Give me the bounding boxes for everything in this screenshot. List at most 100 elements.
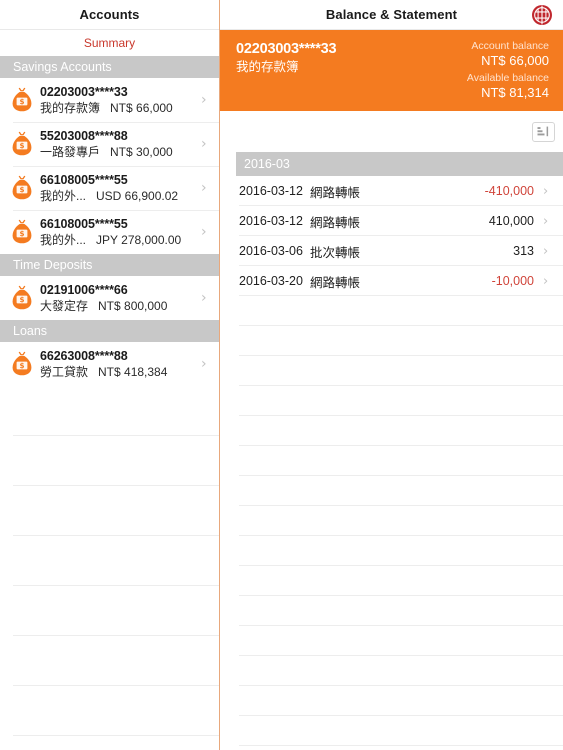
account-balance-value: NT$ 66,000 [481, 53, 549, 68]
transaction-description: 網路轉帳 [309, 215, 360, 230]
balance-account-info: 02203003****33 我的存款簿 [236, 39, 337, 76]
transaction-row[interactable]: 2016-03-06 批次轉帳 313 › [220, 236, 563, 266]
chevron-right-icon: › [201, 224, 207, 240]
available-balance-label: Available balance [466, 72, 549, 84]
transaction-date: 2016-03-12 [239, 184, 303, 198]
account-number: 02203003****33 [40, 84, 128, 99]
empty-row [220, 716, 563, 746]
transaction-description: 批次轉帳 [309, 245, 360, 260]
balance-header: 02203003****33 我的存款簿 Account balance NT$… [220, 30, 563, 111]
chevron-right-icon: › [201, 290, 207, 306]
empty-row [0, 386, 219, 436]
chevron-right-icon: › [201, 180, 207, 196]
transaction-amount: -10,000 [491, 274, 534, 288]
account-subline: 一路發專戶 NT$ 30,000 [40, 144, 197, 160]
money-bag-icon: $ [11, 219, 33, 245]
svg-text:$: $ [19, 97, 24, 106]
transaction-date: 2016-03-20 [239, 274, 303, 288]
account-row[interactable]: $66108005****55 我的外... USD 66,900.02 › [0, 166, 219, 210]
account-subline: 我的外... JPY 278,000.00 [40, 232, 197, 248]
statement-panel: Balance & Statement 02203003****33 我的存款簿 [220, 0, 563, 750]
account-number: 66263008****88 [40, 348, 128, 363]
account-amount: NT$ 800,000 [98, 298, 168, 313]
account-text-block: 02203003****33 我的存款簿 NT$ 66,000 [40, 85, 197, 116]
account-number: 02191006****66 [40, 282, 128, 297]
empty-row [220, 296, 563, 326]
empty-row [220, 356, 563, 386]
transaction-description: 網路轉帳 [309, 185, 360, 200]
account-balance-label: Account balance [471, 40, 549, 52]
empty-row [0, 736, 219, 750]
section-header-0: Savings Accounts [0, 56, 219, 78]
account-number: 66108005****55 [40, 172, 128, 187]
account-text-block: 02191006****66 大發定存 NT$ 800,000 [40, 283, 197, 314]
app-root: Accounts Summary Savings Accounts $022030… [0, 0, 563, 750]
empty-row [220, 536, 563, 566]
transaction-row[interactable]: 2016-03-20 網路轉帳 -10,000 › [220, 266, 563, 296]
transaction-date: 2016-03-12 [239, 214, 303, 228]
account-row[interactable]: $02191006****66 大發定存 NT$ 800,000 › [0, 276, 219, 320]
transaction-amount: -410,000 [484, 184, 534, 198]
accounts-empty-rows [0, 386, 219, 750]
account-nickname: 一路發專戶 [40, 144, 101, 159]
transaction-amount: 410,000 [488, 214, 534, 228]
chevron-right-icon: › [543, 183, 549, 199]
empty-row [220, 686, 563, 716]
empty-row [220, 656, 563, 686]
account-text-block: 66108005****55 我的外... JPY 278,000.00 [40, 217, 197, 248]
section-header-1: Time Deposits [0, 254, 219, 276]
account-row[interactable]: $66263008****88 勞工貸款 NT$ 418,384 › [0, 342, 219, 386]
section-header-2: Loans [0, 320, 219, 342]
statement-empty-rows [220, 296, 563, 750]
account-amount: NT$ 418,384 [98, 364, 168, 379]
accounts-navbar: Accounts [0, 0, 219, 30]
balance-account-name: 我的存款簿 [236, 60, 299, 74]
transaction-amount: 313 [513, 244, 534, 258]
account-number: 66108005****55 [40, 216, 128, 231]
chevron-right-icon: › [201, 136, 207, 152]
accounts-list: Savings Accounts $02203003****33 我的存款簿 NT$ … [0, 56, 219, 386]
svg-text:$: $ [19, 229, 24, 238]
bar-chart-button[interactable] [532, 121, 555, 142]
account-amount: NT$ 30,000 [110, 144, 173, 159]
account-subline: 勞工貸款 NT$ 418,384 [40, 364, 197, 380]
account-row[interactable]: $02203003****33 我的存款簿 NT$ 66,000 › [0, 78, 219, 122]
empty-row [220, 566, 563, 596]
empty-row [0, 436, 219, 486]
empty-row [0, 636, 219, 686]
account-row[interactable]: $66108005****55 我的外... JPY 278,000.00 › [0, 210, 219, 254]
chevron-right-icon: › [543, 273, 549, 289]
account-row[interactable]: $55203008****88 一路發專戶 NT$ 30,000 › [0, 122, 219, 166]
month-group-label: 2016-03 [244, 157, 290, 171]
account-nickname: 我的外... [40, 232, 87, 247]
accounts-panel: Accounts Summary Savings Accounts $022030… [0, 0, 220, 750]
balance-account-number: 02203003****33 [236, 41, 337, 57]
account-amount: USD 66,900.02 [96, 188, 179, 203]
account-nickname: 我的外... [40, 188, 87, 203]
account-number: 55203008****88 [40, 128, 128, 143]
empty-row [220, 446, 563, 476]
chevron-right-icon: › [201, 92, 207, 108]
empty-row [0, 536, 219, 586]
chevron-right-icon: › [543, 213, 549, 229]
empty-row [0, 486, 219, 536]
svg-text:$: $ [19, 141, 24, 150]
money-bag-icon: $ [11, 351, 33, 377]
empty-row [220, 326, 563, 356]
account-nickname: 大發定存 [40, 298, 89, 313]
transaction-row[interactable]: 2016-03-12 網路轉帳 -410,000 › [220, 176, 563, 206]
empty-row [220, 416, 563, 446]
transaction-row[interactable]: 2016-03-12 網路轉帳 410,000 › [220, 206, 563, 236]
account-nickname: 勞工貸款 [40, 364, 89, 379]
empty-row [220, 626, 563, 656]
account-text-block: 55203008****88 一路發專戶 NT$ 30,000 [40, 129, 197, 160]
transaction-list: 2016-03-12 網路轉帳 -410,000 › 2016-03-12 網路轉帳 410… [220, 176, 563, 296]
account-text-block: 66108005****55 我的外... USD 66,900.02 [40, 173, 197, 204]
summary-link[interactable]: Summary [84, 36, 135, 50]
svg-text:$: $ [19, 185, 24, 194]
statement-navbar: Balance & Statement [220, 0, 563, 30]
statement-toolbar [220, 111, 563, 152]
money-bag-icon: $ [11, 131, 33, 157]
account-subline: 我的存款簿 NT$ 66,000 [40, 100, 197, 116]
money-bag-icon: $ [11, 87, 33, 113]
